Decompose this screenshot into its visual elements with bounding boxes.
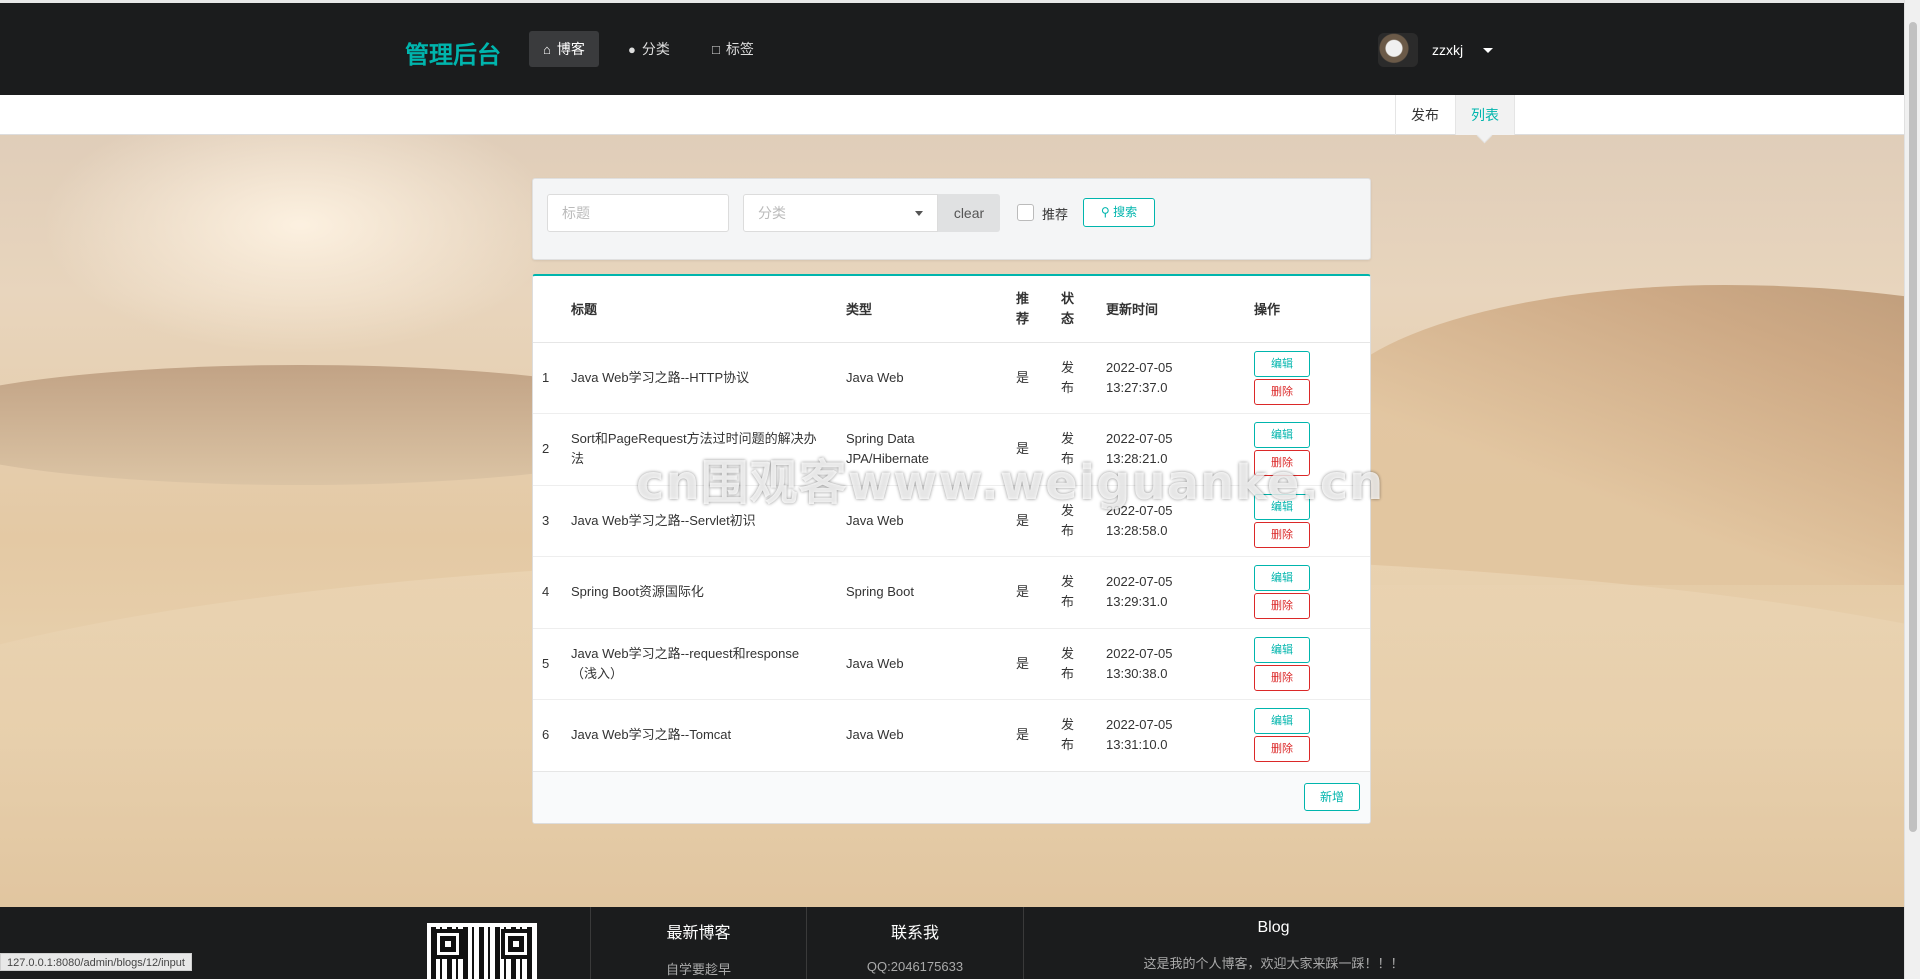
tab-publish[interactable]: 发布: [1395, 95, 1454, 135]
row-title: Java Web学习之路--Tomcat: [563, 699, 838, 772]
header-title: 标题: [563, 276, 838, 343]
row-updated: 2022-07-05 13:31:10.0: [1098, 699, 1246, 772]
scrollbar-thumb[interactable]: [1909, 22, 1917, 832]
footer: 最新博客 自学要趁早 联系我 QQ:2046175633 Blog 这是我的个人…: [0, 907, 1904, 979]
table-header-row: 标题 类型 推荐 状态 更新时间 操作: [533, 276, 1370, 343]
delete-button[interactable]: 删除: [1254, 736, 1310, 763]
row-recommend: 是: [1008, 699, 1053, 772]
dropdown-icon: [915, 211, 923, 216]
table-row: 5 Java Web学习之路--request和response（浅入） Jav…: [533, 628, 1370, 700]
row-status: 发布: [1053, 628, 1098, 700]
nav-item-category[interactable]: ● 分类: [614, 31, 684, 67]
blog-table-card: 标题 类型 推荐 状态 更新时间 操作 1 Java Web学习之路--HTTP…: [532, 274, 1371, 824]
row-type: Java Web: [838, 699, 1008, 772]
row-actions: 编辑 删除: [1246, 628, 1370, 700]
top-navbar: 管理后台 ⌂ 博客 ● 分类 □ 标签 zzxkj: [0, 0, 1904, 95]
row-title: Java Web学习之路--HTTP协议: [563, 342, 838, 414]
user-menu[interactable]: zzxkj: [1378, 33, 1494, 67]
recommend-label: 推荐: [1042, 207, 1069, 222]
row-title: Java Web学习之路--request和response（浅入）: [563, 628, 838, 700]
row-title: Spring Boot资源国际化: [563, 556, 838, 629]
row-updated: 2022-07-05 13:30:38.0: [1098, 628, 1246, 700]
header-status: 状态: [1053, 276, 1098, 343]
footer-contact: 联系我 QQ:2046175633: [806, 907, 1023, 979]
edit-button[interactable]: 编辑: [1254, 565, 1310, 592]
row-type: Spring Boot: [838, 556, 1008, 629]
table-row: 4 Spring Boot资源国际化 Spring Boot 是 发布 2022…: [533, 556, 1370, 629]
recommend-checkbox[interactable]: [1017, 204, 1034, 221]
brand-title[interactable]: 管理后台: [405, 35, 501, 70]
caret-down-icon: [1483, 47, 1494, 53]
row-index: 2: [533, 413, 563, 486]
nav-item-label: 博客: [556, 41, 585, 57]
header-recommend: 推荐: [1008, 276, 1053, 343]
footer-blog: Blog 这是我的个人博客，欢迎大家来踩一踩！！！: [1023, 907, 1523, 979]
footer-blog-title: Blog: [1257, 919, 1290, 936]
search-button[interactable]: ⚲ 搜索: [1083, 198, 1155, 227]
delete-button[interactable]: 删除: [1254, 664, 1310, 691]
row-index: 1: [533, 342, 563, 414]
table-footer: 新增: [533, 771, 1370, 823]
row-updated: 2022-07-05 13:29:31.0: [1098, 556, 1246, 629]
nav-item-label: 标签: [725, 41, 754, 57]
header-updated: 更新时间: [1098, 276, 1246, 343]
edit-button[interactable]: 编辑: [1254, 708, 1310, 735]
delete-button[interactable]: 删除: [1254, 593, 1310, 620]
footer-contact-title: 联系我: [890, 925, 939, 942]
search-form: 分类 clear 推荐 ⚲ 搜索: [532, 178, 1371, 260]
title-search-input[interactable]: [547, 194, 729, 232]
delete-button[interactable]: 删除: [1254, 378, 1310, 405]
footer-contact-qq: QQ:2046175633: [866, 959, 964, 974]
blog-table: 标题 类型 推荐 状态 更新时间 操作 1 Java Web学习之路--HTTP…: [533, 276, 1370, 772]
edit-button[interactable]: 编辑: [1254, 350, 1310, 377]
footer-latest-blogs: 最新博客 自学要趁早: [590, 907, 806, 979]
avatar: [1378, 33, 1418, 67]
nav-item-tag[interactable]: □ 标签: [698, 31, 768, 67]
row-actions: 编辑 删除: [1246, 556, 1370, 629]
row-updated: 2022-07-05 13:27:37.0: [1098, 342, 1246, 414]
qr-code-image: [427, 923, 537, 979]
row-actions: 编辑 删除: [1246, 342, 1370, 414]
row-type: Java Web: [838, 628, 1008, 700]
header-index: [533, 276, 563, 343]
search-icon: ⚲: [1100, 205, 1110, 219]
nav-item-blog[interactable]: ⌂ 博客: [529, 31, 599, 67]
category-select[interactable]: 分类: [743, 194, 938, 232]
category-select-placeholder: 分类: [758, 205, 786, 221]
status-bar-url: 127.0.0.1:8080/admin/blogs/12/input: [0, 953, 192, 971]
row-index: 6: [533, 699, 563, 772]
username: zzxkj: [1432, 42, 1464, 58]
row-index: 5: [533, 628, 563, 700]
nav-item-label: 分类: [641, 41, 670, 57]
bookmark-icon: □: [712, 42, 720, 57]
row-recommend: 是: [1008, 556, 1053, 629]
table-row: 6 Java Web学习之路--Tomcat Java Web 是 发布 202…: [533, 699, 1370, 772]
edit-button[interactable]: 编辑: [1254, 636, 1310, 663]
row-actions: 编辑 删除: [1246, 699, 1370, 772]
home-icon: ⌂: [543, 42, 551, 57]
watermark: cn围观客www.weiguanke.cn: [636, 455, 1385, 511]
footer-blog-text: 这是我的个人博客，欢迎大家来踩一踩！！！: [1143, 956, 1404, 971]
footer-latest-item[interactable]: 自学要趁早: [591, 959, 806, 978]
add-button[interactable]: 新增: [1304, 783, 1360, 811]
clear-button[interactable]: clear: [938, 194, 1000, 232]
row-status: 发布: [1053, 556, 1098, 629]
search-button-label: 搜索: [1113, 205, 1138, 219]
header-type: 类型: [838, 276, 1008, 343]
sub-menu: 发布 列表: [0, 95, 1904, 135]
table-row: 1 Java Web学习之路--HTTP协议 Java Web 是 发布 202…: [533, 342, 1370, 414]
header-actions: 操作: [1246, 276, 1370, 343]
delete-button[interactable]: 删除: [1254, 521, 1310, 548]
row-type: Java Web: [838, 342, 1008, 414]
row-recommend: 是: [1008, 628, 1053, 700]
row-index: 4: [533, 556, 563, 629]
row-status: 发布: [1053, 699, 1098, 772]
page-scrollbar[interactable]: [1904, 0, 1920, 979]
lightbulb-icon: ●: [628, 42, 636, 57]
row-status: 发布: [1053, 342, 1098, 414]
row-index: 3: [533, 485, 563, 557]
row-recommend: 是: [1008, 342, 1053, 414]
tab-list[interactable]: 列表: [1455, 95, 1515, 135]
footer-latest-title: 最新博客: [666, 925, 731, 942]
